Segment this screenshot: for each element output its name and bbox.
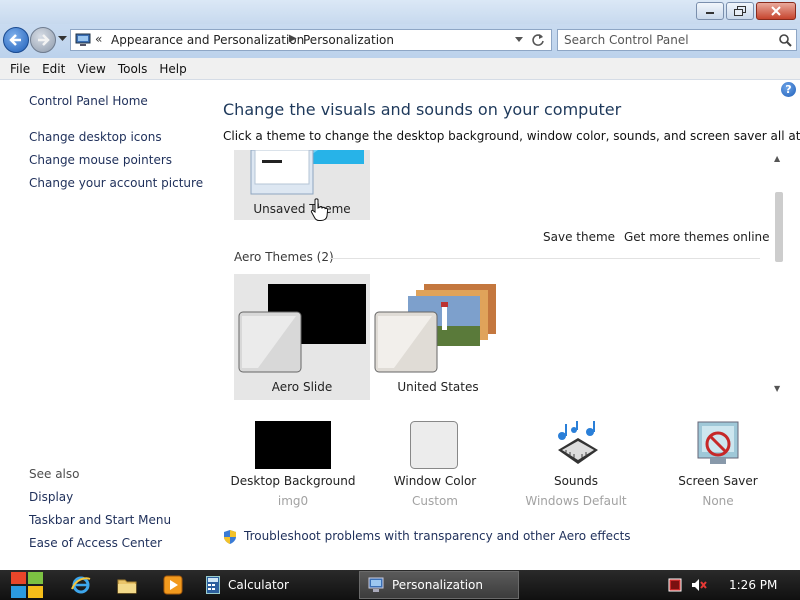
minimize-icon — [706, 12, 714, 14]
calculator-icon — [206, 576, 220, 594]
unsaved-theme-label: Unsaved Theme — [253, 202, 351, 216]
restore-icon — [734, 6, 746, 16]
unsaved-theme-tile[interactable]: Unsaved Theme — [234, 150, 370, 220]
address-bar[interactable]: « Appearance and Personalization ▶ Perso… — [70, 29, 552, 51]
change-desktop-icons-link[interactable]: Change desktop icons — [29, 130, 162, 144]
unsaved-theme-thumbnail — [250, 150, 364, 195]
get-more-themes-link[interactable]: Get more themes online — [624, 230, 770, 244]
folder-icon — [117, 579, 137, 594]
desktop-background-value: img0 — [277, 494, 309, 508]
desktop-background-label: Desktop Background — [230, 474, 356, 488]
window-color-label: Window Color — [393, 474, 477, 488]
close-icon — [771, 6, 781, 16]
start-button-icon[interactable] — [8, 570, 46, 600]
breadcrumb-appearance[interactable]: Appearance and Personalization — [111, 33, 304, 47]
window-controls — [696, 2, 796, 20]
volume-muted-icon[interactable] — [691, 578, 707, 592]
taskbar-calculator[interactable]: Calculator — [198, 571, 356, 599]
aero-slide-thumbnail — [238, 284, 366, 373]
screen-saver-icon — [697, 421, 739, 464]
taskbar-calculator-label: Calculator — [228, 578, 289, 592]
taskbar-personalization-label: Personalization — [392, 578, 483, 592]
change-mouse-pointers-link[interactable]: Change mouse pointers — [29, 153, 172, 167]
scroll-down-icon[interactable]: ▼ — [774, 384, 780, 393]
restore-button[interactable] — [726, 2, 754, 20]
save-theme-link[interactable]: Save theme — [543, 230, 615, 244]
taskbar-clock[interactable]: 1:26 PM — [729, 578, 777, 592]
hand-cursor-icon — [310, 198, 328, 221]
themes-scrollbar[interactable]: ▲ ▼ — [771, 152, 785, 398]
taskbar-ie-button[interactable] — [68, 574, 94, 596]
title-bar — [0, 0, 800, 24]
united-states-theme-tile[interactable]: United States — [370, 274, 506, 400]
menu-view[interactable]: View — [71, 62, 111, 76]
united-states-label: United States — [397, 380, 479, 394]
see-also-heading: See also — [29, 467, 80, 481]
scroll-up-icon[interactable]: ▲ — [774, 154, 780, 163]
ease-of-access-link[interactable]: Ease of Access Center — [29, 536, 162, 550]
taskbar-explorer-button[interactable] — [114, 574, 140, 596]
page-title: Change the visuals and sounds on your co… — [223, 100, 622, 119]
menu-help[interactable]: Help — [153, 62, 192, 76]
sounds-icon — [558, 421, 598, 464]
sounds-value: Windows Default — [525, 494, 627, 508]
aero-themes-heading: Aero Themes (2) — [234, 250, 334, 264]
action-center-flag-icon[interactable] — [668, 578, 682, 592]
arrow-right-icon — [38, 34, 50, 46]
scrollbar-thumb[interactable] — [775, 192, 783, 262]
close-button[interactable] — [756, 2, 796, 20]
search-box[interactable] — [557, 29, 797, 51]
window-color-icon — [410, 421, 458, 469]
taskbar-media-player-button[interactable] — [160, 574, 186, 596]
control-panel-icon — [75, 33, 91, 46]
back-button[interactable] — [3, 27, 29, 53]
search-input[interactable] — [564, 33, 764, 47]
address-dropdown-icon[interactable] — [515, 37, 523, 42]
window-color-value: Custom — [412, 494, 458, 508]
aero-slide-theme-tile[interactable]: Aero Slide — [234, 274, 370, 400]
refresh-icon[interactable] — [531, 33, 545, 47]
troubleshoot-link[interactable]: Troubleshoot problems with transparency … — [244, 529, 631, 543]
personalization-icon — [368, 577, 384, 592]
minimize-button[interactable] — [696, 2, 724, 20]
united-states-thumbnail — [374, 284, 496, 373]
taskbar: Calculator Personalization 1:26 PM — [0, 570, 800, 600]
control-panel-home-link[interactable]: Control Panel Home — [29, 94, 148, 108]
forward-button[interactable] — [30, 27, 56, 53]
page-subtitle: Click a theme to change the desktop back… — [223, 129, 800, 143]
taskbar-start-menu-link[interactable]: Taskbar and Start Menu — [29, 513, 171, 527]
menu-bar: File Edit View Tools Help — [0, 58, 800, 80]
search-icon[interactable] — [778, 33, 792, 47]
screen-saver-value: None — [702, 494, 734, 508]
navigation-bar: « Appearance and Personalization ▶ Perso… — [0, 24, 800, 58]
sounds-label: Sounds — [553, 474, 599, 488]
menu-edit[interactable]: Edit — [36, 62, 71, 76]
display-link[interactable]: Display — [29, 490, 73, 504]
help-icon[interactable]: ? — [781, 82, 796, 97]
media-player-icon — [163, 575, 183, 595]
arrow-left-icon — [9, 34, 21, 46]
taskbar-personalization[interactable]: Personalization — [359, 571, 519, 599]
breadcrumb-separator[interactable]: ▶ — [289, 33, 297, 44]
menu-file[interactable]: File — [4, 62, 36, 76]
recent-pages-dropdown-icon[interactable] — [58, 36, 67, 42]
screen-saver-label: Screen Saver — [678, 474, 758, 488]
shield-icon — [224, 530, 236, 544]
internet-explorer-icon — [71, 576, 91, 594]
breadcrumb-overflow[interactable]: « — [95, 32, 102, 46]
group-divider — [330, 258, 760, 259]
aero-slide-label: Aero Slide — [271, 380, 333, 394]
desktop-background-icon — [255, 421, 331, 469]
themes-list: Unsaved Theme Save theme Get more themes… — [222, 150, 782, 400]
menu-tools[interactable]: Tools — [112, 62, 154, 76]
change-account-picture-link[interactable]: Change your account picture — [29, 176, 203, 190]
breadcrumb-personalization[interactable]: Personalization — [303, 33, 394, 47]
